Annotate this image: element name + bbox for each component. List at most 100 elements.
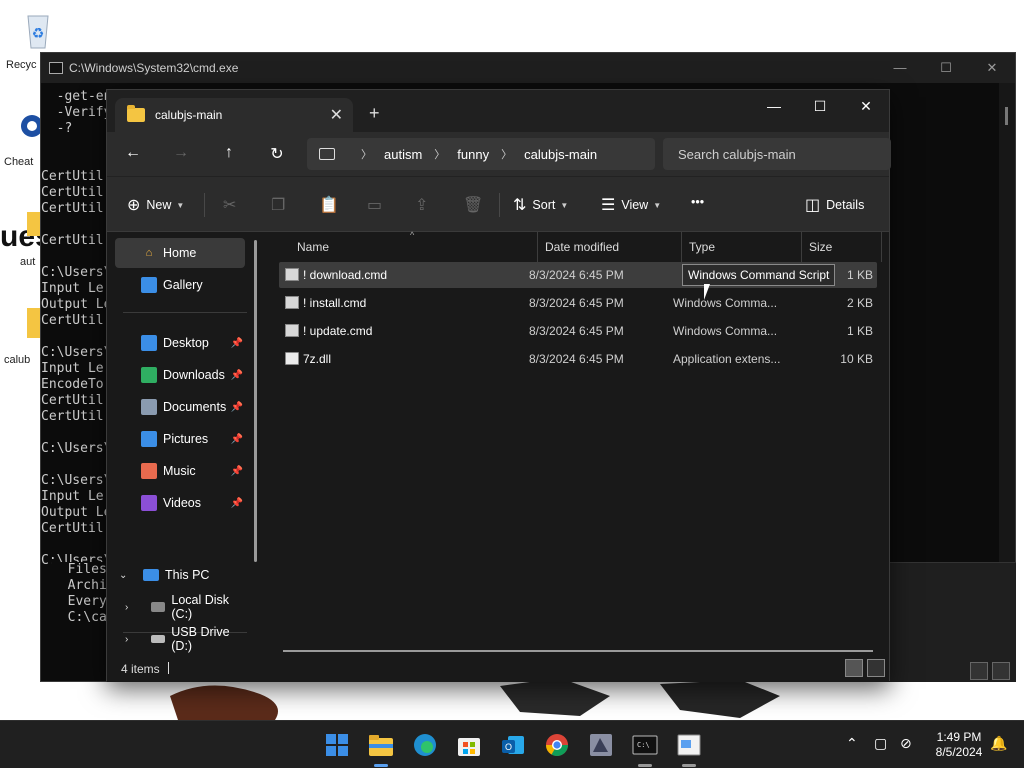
chevron-down-icon[interactable]: ⌄ [119,570,127,581]
cmd-title-bar[interactable]: C:\Windows\System32\cmd.exe — ☐ ✕ [41,53,1015,83]
command-bar: ⊕ New ▼ ✂ ❐ 📋 ▭ ⇪ 🗑 ⇅ Sort ▼ ☰ View ▼ ••… [107,176,889,232]
column-header-type[interactable]: Type [689,232,715,262]
details-view-icon[interactable] [845,659,863,677]
notepad-icon[interactable] [676,732,702,758]
file-name: ! install.cmd [303,296,367,310]
clock[interactable]: 1:49 PM 8/5/2024 [924,730,994,760]
column-header-size[interactable]: Size [809,232,832,262]
chevron-right-icon[interactable]: › [125,602,128,613]
pin-icon[interactable]: 📌 [231,338,243,349]
share-icon[interactable]: ⇪ [415,195,434,215]
column-divider[interactable] [881,232,882,262]
column-divider[interactable] [537,232,538,262]
cmd-line: CertUtil [41,185,104,200]
details-pane-button[interactable]: ◫ Details [805,195,864,215]
pin-icon[interactable]: 📌 [231,370,243,381]
more-options-button[interactable]: ••• [691,195,704,209]
column-header-date[interactable]: Date modified [545,232,619,262]
chevron-up-icon[interactable]: ⌃ [846,735,858,752]
chevron-right-icon[interactable]: › [125,634,128,645]
sidebar-item-gallery[interactable]: Gallery [115,270,245,300]
pin-icon[interactable]: 📌 [231,498,243,509]
search-input[interactable]: Search calubjs-main [663,138,891,170]
cmd-minimize-button[interactable]: — [877,60,923,76]
start-icon[interactable] [324,732,350,758]
copy-icon[interactable]: ❐ [271,195,291,215]
volume-icon[interactable]: ⊘ [900,735,912,752]
tab-calubjs-main[interactable]: calubjs-main ✕ [115,98,353,132]
pin-icon[interactable]: 📌 [231,434,243,445]
pin-icon[interactable]: 📌 [231,466,243,477]
sidebar-item-documents[interactable]: Documents 📌 [115,392,245,422]
sidebar-item-label: Music [163,464,196,478]
view-button[interactable]: ☰ View ▼ [601,195,661,215]
new-button[interactable]: ⊕ New ▼ [127,195,184,215]
taskbar: O C:\ ⌃ ▢ ⊘ 1:49 PM 8/5/2024 🔔 [0,720,1024,768]
sidebar-item-home[interactable]: ⌂ Home [115,238,245,268]
file-explorer-window[interactable]: calubjs-main ✕ + — ☐ ✕ ← → ↑ ↻ 〉 autism … [106,89,891,682]
close-button[interactable]: ✕ [843,90,889,122]
sort-button[interactable]: ⇅ Sort ▼ [513,195,568,215]
outlook-icon[interactable]: O [500,732,526,758]
forward-button[interactable]: → [171,144,191,164]
store-icon[interactable] [456,732,482,758]
tiles-view-icon[interactable] [867,659,885,677]
app-icon[interactable] [588,732,614,758]
rename-icon[interactable]: ▭ [367,195,388,215]
cmd-tiles-view-icon[interactable] [992,662,1010,680]
cmd-maximize-button[interactable]: ☐ [923,60,969,76]
breadcrumb[interactable]: 〉 autism 〉 funny 〉 calubjs-main [307,138,655,170]
pin-icon[interactable]: 📌 [231,402,243,413]
column-header-name[interactable]: Name [297,232,329,262]
horizontal-scrollbar[interactable] [283,650,873,652]
edge-icon[interactable] [412,732,438,758]
music-icon [141,463,157,479]
sidebar-item-local-disk[interactable]: › Local Disk (C:) [115,592,245,622]
sidebar-item-usb-drive[interactable]: › USB Drive (D:) [115,624,245,654]
sidebar-item-music[interactable]: Music 📌 [115,456,245,486]
home-icon: ⌂ [145,247,153,259]
column-divider[interactable] [801,232,802,262]
tab-close-icon[interactable]: ✕ [330,105,343,125]
cmd-line: Input Le [41,361,104,376]
sidebar-item-label: Home [163,246,197,260]
network-icon[interactable]: ▢ [874,735,887,752]
file-explorer-icon[interactable] [368,732,394,758]
desktop-icon-recycle-bin[interactable]: ♻ Recyc [6,10,58,71]
table-row[interactable]: ! install.cmd 8/3/2024 6:45 PM Windows Com… [279,290,877,316]
back-button[interactable]: ← [123,144,143,164]
cmd-line: Input Le [41,281,104,296]
cmd-details-view-icon[interactable] [970,662,988,680]
cmd-scroll-thumb[interactable] [1005,107,1008,125]
breadcrumb-item[interactable]: autism [384,147,422,162]
refresh-button[interactable]: ↻ [267,144,287,164]
cmd-close-button[interactable]: ✕ [969,60,1015,76]
sidebar-item-desktop[interactable]: Desktop 📌 [115,328,245,358]
delete-icon[interactable]: 🗑 [463,195,489,215]
new-tab-button[interactable]: + [369,103,380,124]
sidebar-item-videos[interactable]: Videos 📌 [115,488,245,518]
cut-icon[interactable]: ✂ [223,195,242,215]
chevron-right-icon[interactable]: 〉 [361,146,372,162]
chevron-right-icon[interactable]: 〉 [434,146,445,162]
breadcrumb-item[interactable]: calubjs-main [524,147,597,162]
column-divider[interactable] [681,232,682,262]
terminal-icon[interactable]: C:\ [632,732,658,758]
chrome-icon[interactable] [544,732,570,758]
this-pc-icon[interactable] [319,148,335,160]
chevron-right-icon[interactable]: 〉 [501,146,512,162]
file-size: 2 KB [846,296,873,310]
table-row[interactable]: ! update.cmd 8/3/2024 6:45 PM Windows Comm… [279,318,877,344]
breadcrumb-item[interactable]: funny [457,147,489,162]
paste-icon[interactable]: 📋 [319,195,345,215]
maximize-button[interactable]: ☐ [797,90,843,122]
table-row[interactable]: 7z.dll 8/3/2024 6:45 PM Application extens… [279,346,877,372]
sidebar-item-pictures[interactable]: Pictures 📌 [115,424,245,454]
sidebar-item-this-pc[interactable]: ⌄ This PC [115,560,245,590]
notification-bell-icon[interactable]: 🔔 [990,735,1007,752]
minimize-button[interactable]: — [751,90,797,122]
file-type: Application extens... [673,352,781,366]
nav-scrollbar[interactable] [254,240,257,562]
sidebar-item-downloads[interactable]: Downloads 📌 [115,360,245,390]
up-button[interactable]: ↑ [219,144,239,164]
